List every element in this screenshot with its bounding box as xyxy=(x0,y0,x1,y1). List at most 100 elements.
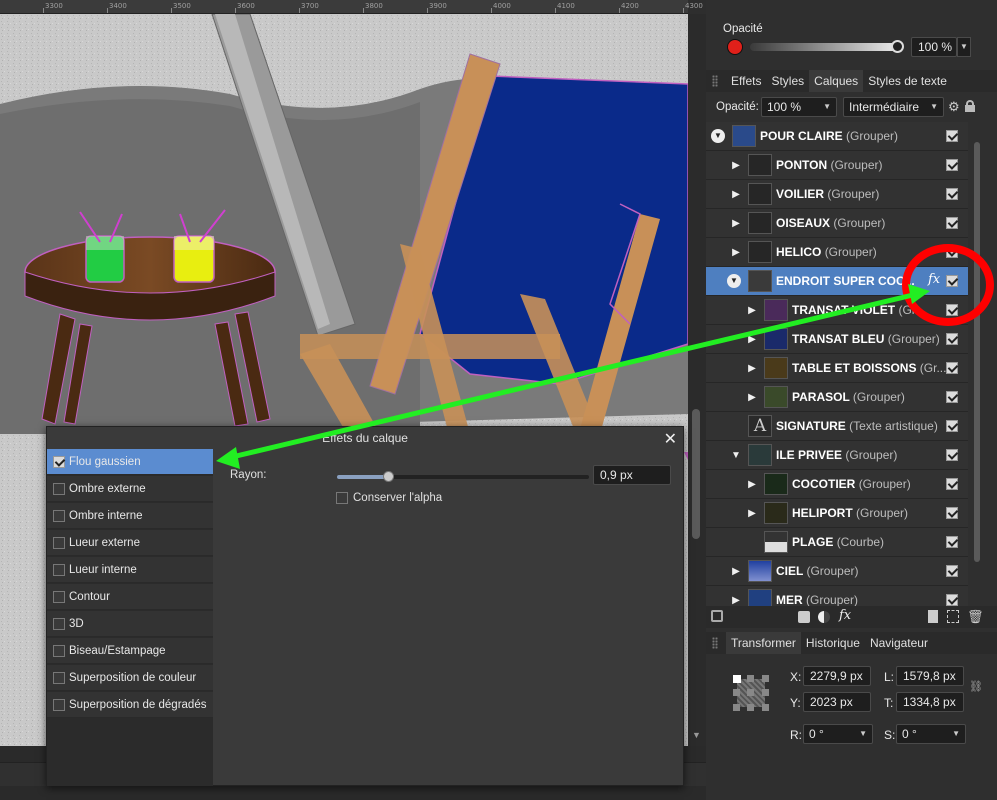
effect-item-contour[interactable]: Contour xyxy=(47,584,213,610)
visibility-checkbox[interactable] xyxy=(946,188,958,200)
effect-checkbox[interactable] xyxy=(53,509,65,522)
visibility-checkbox[interactable] xyxy=(946,449,958,461)
gear-icon[interactable]: ⚙ xyxy=(948,99,960,115)
layer-row[interactable]: ▶ CIEL (Grouper) xyxy=(706,557,968,586)
panel-grip-icon[interactable] xyxy=(712,637,718,649)
layer-row[interactable]: ▶ TABLE ET BOISSONS (Gr... xyxy=(706,354,968,383)
radius-slider-handle[interactable] xyxy=(383,471,394,482)
visibility-checkbox[interactable] xyxy=(946,536,958,548)
visibility-checkbox[interactable] xyxy=(946,594,958,606)
tab-historique[interactable]: Historique xyxy=(801,632,865,654)
layer-row[interactable]: ▶ HELICO (Grouper) xyxy=(706,238,968,267)
effect-checkbox[interactable] xyxy=(53,671,65,684)
x-field[interactable]: 2279,9 px xyxy=(803,666,871,686)
mask-icon[interactable] xyxy=(798,611,810,623)
opacity-slider[interactable] xyxy=(750,40,904,53)
layers-scroll-thumb[interactable] xyxy=(974,142,980,562)
expand-icon[interactable]: ▶ xyxy=(745,392,759,403)
new-layer-icon[interactable] xyxy=(928,610,938,623)
effect-item-lueur-externe[interactable]: Lueur externe xyxy=(47,530,213,556)
layer-row[interactable]: PLAGE (Courbe) xyxy=(706,528,968,557)
rotation-dropdown[interactable]: 0 ° ▼ xyxy=(803,724,873,744)
layer-row[interactable]: ▶ PONTON (Grouper) xyxy=(706,151,968,180)
layer-row[interactable]: ▶ TRANSAT BLEU (Grouper) xyxy=(706,325,968,354)
expand-icon[interactable]: ▶ xyxy=(745,305,759,316)
layer-row-selected[interactable]: ▼ ENDROIT SUPER COC... fx xyxy=(706,267,968,296)
l-field[interactable]: 1579,8 px xyxy=(896,666,964,686)
expand-icon[interactable]: ▶ xyxy=(729,160,743,171)
visibility-checkbox[interactable] xyxy=(946,304,958,316)
tab-calques[interactable]: Calques xyxy=(809,70,864,92)
collapse-icon[interactable]: ▼ xyxy=(729,450,743,461)
layer-row[interactable]: ▶ HELIPORT (Grouper) xyxy=(706,499,968,528)
visibility-checkbox[interactable] xyxy=(946,217,958,229)
layer-row[interactable]: ▶ COCOTIER (Grouper) xyxy=(706,470,968,499)
fx-footer-icon[interactable]: fx xyxy=(839,608,851,623)
tab-navigateur[interactable]: Navigateur xyxy=(865,632,933,654)
lock-icon[interactable] xyxy=(965,100,975,112)
canvas-vertical-scrollbar[interactable]: ▼ xyxy=(688,14,706,746)
visibility-checkbox[interactable] xyxy=(946,478,958,490)
layer-row[interactable]: ▶ OISEAUX (Grouper) xyxy=(706,209,968,238)
scroll-down-arrow-icon[interactable]: ▼ xyxy=(692,730,701,740)
expand-icon[interactable]: ▶ xyxy=(729,189,743,200)
shear-dropdown[interactable]: 0 ° ▼ xyxy=(896,724,966,744)
visibility-checkbox[interactable] xyxy=(946,391,958,403)
visibility-checkbox[interactable] xyxy=(946,275,958,287)
expand-icon[interactable]: ▶ xyxy=(729,218,743,229)
layer-row[interactable]: ▶ MER (Grouper) xyxy=(706,586,968,606)
expand-icon[interactable]: ▶ xyxy=(745,508,759,519)
effect-checkbox[interactable] xyxy=(53,617,65,630)
layer-row[interactable]: A SIGNATURE (Texte artistique) xyxy=(706,412,968,441)
collapse-icon[interactable]: ▼ xyxy=(711,129,725,143)
group-icon[interactable] xyxy=(947,610,959,623)
effect-item-lueur-interne[interactable]: Lueur interne xyxy=(47,557,213,583)
effect-item-ombre-interne[interactable]: Ombre interne xyxy=(47,503,213,529)
scroll-thumb[interactable] xyxy=(692,409,700,539)
trash-icon[interactable]: 🗑 xyxy=(967,609,984,625)
expand-icon[interactable]: ▶ xyxy=(745,479,759,490)
radius-slider[interactable] xyxy=(337,471,589,482)
layer-opacity-dropdown[interactable]: 100 % ▼ xyxy=(761,97,837,117)
anchor-point-selector[interactable] xyxy=(733,675,769,711)
panel-grip-icon[interactable] xyxy=(712,75,718,87)
effect-checkbox[interactable] xyxy=(53,563,65,576)
effect-checkbox[interactable] xyxy=(53,536,65,549)
visibility-checkbox[interactable] xyxy=(946,333,958,345)
opacity-field[interactable]: 100 % xyxy=(911,37,957,57)
visibility-checkbox[interactable] xyxy=(946,159,958,171)
effect-item-superposition-degrades[interactable]: Superposition de dégradés xyxy=(47,692,213,718)
effect-item-superposition-couleur[interactable]: Superposition de couleur xyxy=(47,665,213,691)
expand-icon[interactable]: ▶ xyxy=(745,363,759,374)
collapse-icon[interactable]: ▼ xyxy=(727,274,741,288)
effect-checkbox[interactable] xyxy=(53,455,65,468)
preserve-alpha-option[interactable]: Conserver l'alpha xyxy=(336,492,442,504)
opacity-dropdown-button[interactable]: ▼ xyxy=(957,37,971,57)
y-field[interactable]: 2023 px xyxy=(803,692,871,712)
effect-item-flou-gaussien[interactable]: Flou gaussien xyxy=(47,449,213,475)
layer-row[interactable]: ▶ TRANSAT VIOLET (Gr xyxy=(706,296,968,325)
expand-icon[interactable]: ▶ xyxy=(745,334,759,345)
effect-item-ombre-externe[interactable]: Ombre externe xyxy=(47,476,213,502)
layers-scrollbar[interactable] xyxy=(974,122,980,602)
blend-mode-dropdown[interactable]: Intermédiaire ▼ xyxy=(843,97,944,117)
visibility-checkbox[interactable] xyxy=(946,420,958,432)
effect-checkbox[interactable] xyxy=(53,644,65,657)
expand-icon[interactable]: ▶ xyxy=(729,247,743,258)
layer-row[interactable]: ▼ POUR CLAIRE (Grouper) xyxy=(706,122,968,151)
effect-checkbox[interactable] xyxy=(53,590,65,603)
effect-checkbox[interactable] xyxy=(53,482,65,495)
visibility-checkbox[interactable] xyxy=(946,507,958,519)
layer-row[interactable]: ▼ ILE PRIVEE (Grouper) xyxy=(706,441,968,470)
layers-panel-icon[interactable] xyxy=(711,610,723,622)
visibility-checkbox[interactable] xyxy=(946,246,958,258)
color-swatch[interactable] xyxy=(727,39,743,55)
expand-icon[interactable]: ▶ xyxy=(729,566,743,577)
adjustment-icon[interactable] xyxy=(818,611,830,623)
effect-item-biseau-estampage[interactable]: Biseau/Estampage xyxy=(47,638,213,664)
effect-checkbox[interactable] xyxy=(53,698,65,711)
layer-row[interactable]: ▶ PARASOL (Grouper) xyxy=(706,383,968,412)
effect-item-3d[interactable]: 3D xyxy=(47,611,213,637)
expand-icon[interactable]: ▶ xyxy=(729,595,743,606)
preserve-alpha-checkbox[interactable] xyxy=(336,492,348,504)
